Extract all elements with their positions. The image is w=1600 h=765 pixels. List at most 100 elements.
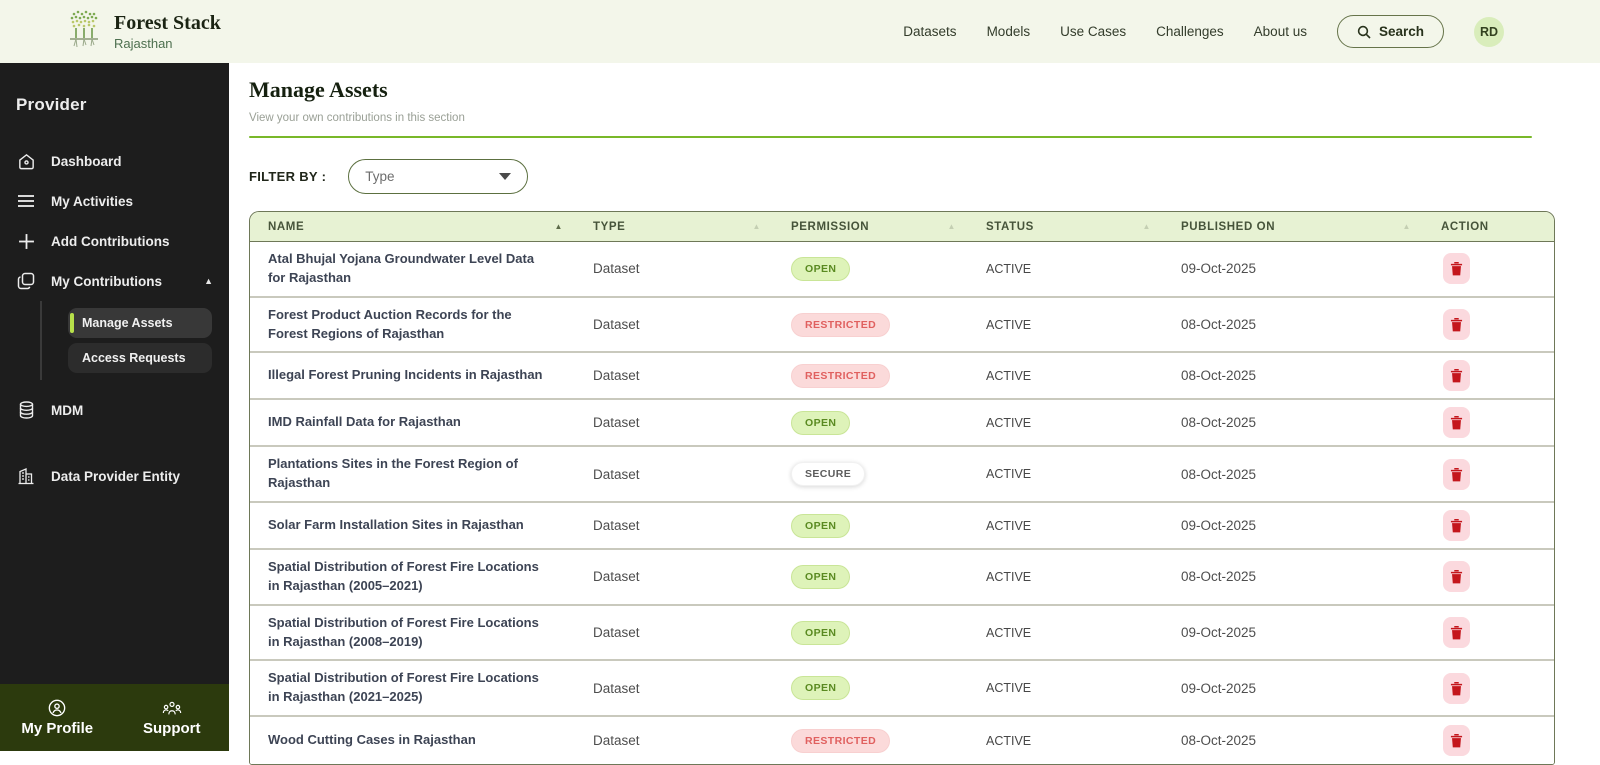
- delete-button[interactable]: [1443, 510, 1470, 542]
- brand-region: Rajasthan: [114, 35, 173, 51]
- sort-caret-icon: ▲: [752, 222, 761, 231]
- permission-cell: SECURE: [791, 462, 986, 487]
- published-date: 08-Oct-2025: [1181, 317, 1257, 333]
- trash-icon: [1450, 467, 1463, 482]
- delete-button[interactable]: [1443, 309, 1470, 341]
- permission-cell: OPEN: [791, 410, 986, 435]
- search-button[interactable]: Search: [1336, 15, 1444, 48]
- permission-badge: OPEN: [791, 256, 851, 281]
- published-date: 09-Oct-2025: [1181, 518, 1257, 534]
- trash-icon: [1450, 518, 1463, 533]
- nav-about-us[interactable]: About us: [1254, 24, 1307, 39]
- table-body: Atal Bhujal Yojana Groundwater Level Dat…: [250, 242, 1554, 765]
- column-header-name[interactable]: NAME ▲: [250, 221, 593, 233]
- top-bar: Forest Stack Rajasthan Datasets Models U…: [0, 0, 1600, 63]
- status-text: ACTIVE: [986, 261, 1032, 276]
- action-cell: [1441, 617, 1554, 649]
- permission-badge: RESTRICTED: [791, 728, 891, 753]
- asset-name-link[interactable]: Solar Farm Installation Sites in Rajasth…: [250, 508, 593, 543]
- delete-button[interactable]: [1443, 360, 1470, 392]
- type-filter-value: Type: [365, 169, 395, 184]
- permission-badge: RESTRICTED: [791, 312, 891, 337]
- type-filter-dropdown[interactable]: Type: [348, 159, 529, 194]
- asset-name-link[interactable]: Spatial Distribution of Forest Fire Loca…: [250, 606, 593, 660]
- column-header-published-on[interactable]: PUBLISHED ON ▲: [1181, 221, 1441, 233]
- column-header-action[interactable]: ACTION: [1441, 221, 1554, 233]
- permission-cell: OPEN: [791, 564, 986, 589]
- nav-models[interactable]: Models: [987, 24, 1031, 39]
- delete-button[interactable]: [1443, 407, 1470, 439]
- column-header-status[interactable]: STATUS ▲: [986, 221, 1181, 233]
- nav-datasets[interactable]: Datasets: [903, 24, 956, 39]
- table-row: Wood Cutting Cases in Rajasthan Dataset …: [250, 717, 1554, 765]
- support-button[interactable]: Support: [115, 684, 230, 751]
- status-text: ACTIVE: [986, 625, 1032, 640]
- sidebar-item-add-contributions[interactable]: Add Contributions: [0, 221, 229, 261]
- asset-name-link[interactable]: Plantations Sites in the Forest Region o…: [250, 447, 593, 501]
- nav-use-cases[interactable]: Use Cases: [1060, 24, 1126, 39]
- user-avatar[interactable]: RD: [1474, 16, 1504, 47]
- permission-badge: SECURE: [791, 462, 866, 487]
- sidebar-item-data-provider-entity[interactable]: Data Provider Entity: [0, 456, 229, 496]
- table-row: Forest Product Auction Records for the F…: [250, 297, 1554, 354]
- asset-name-link[interactable]: Atal Bhujal Yojana Groundwater Level Dat…: [250, 242, 593, 296]
- search-icon: [1357, 25, 1371, 39]
- sidebar-item-label: My Activities: [51, 193, 134, 209]
- column-header-type[interactable]: TYPE ▲: [593, 221, 791, 233]
- filter-row: FILTER BY : Type: [249, 159, 1600, 194]
- brand-name: Forest Stack: [114, 11, 221, 34]
- sidebar-item-my-contributions[interactable]: My Contributions ▲: [0, 261, 229, 301]
- sidebar-item-my-activities[interactable]: My Activities: [0, 181, 229, 221]
- sidebar-item-label: Dashboard: [51, 153, 122, 169]
- asset-type: Dataset: [593, 680, 640, 696]
- status-text: ACTIVE: [986, 681, 1032, 696]
- delete-button[interactable]: [1443, 672, 1470, 704]
- brand[interactable]: Forest Stack Rajasthan: [64, 8, 221, 55]
- delete-button[interactable]: [1443, 253, 1470, 285]
- asset-name-link[interactable]: Spatial Distribution of Forest Fire Loca…: [250, 661, 593, 715]
- asset-type: Dataset: [593, 625, 640, 641]
- table-row: Spatial Distribution of Forest Fire Loca…: [250, 605, 1554, 662]
- home-icon: [16, 151, 36, 171]
- asset-type: Dataset: [593, 415, 640, 431]
- sidebar-navigation: Dashboard My Activities Add Contribution…: [0, 141, 229, 496]
- sidebar-item-label: MDM: [51, 402, 84, 418]
- sort-caret-icon: ▲: [1402, 222, 1411, 231]
- asset-name-link[interactable]: IMD Rainfall Data for Rajasthan: [250, 405, 593, 440]
- delete-button[interactable]: [1443, 458, 1470, 490]
- asset-name-link[interactable]: Wood Cutting Cases in Rajasthan: [250, 723, 593, 758]
- permission-cell: OPEN: [791, 620, 986, 645]
- table-row: Solar Farm Installation Sites in Rajasth…: [250, 503, 1554, 551]
- my-profile-button[interactable]: My Profile: [0, 684, 115, 751]
- asset-name-link[interactable]: Spatial Distribution of Forest Fire Loca…: [250, 550, 593, 604]
- published-date: 08-Oct-2025: [1181, 415, 1257, 431]
- sidebar-item-manage-assets[interactable]: Manage Assets: [68, 308, 212, 338]
- permission-badge: OPEN: [791, 564, 851, 589]
- permission-cell: OPEN: [791, 513, 986, 538]
- status-text: ACTIVE: [986, 733, 1032, 748]
- permission-cell: OPEN: [791, 676, 986, 701]
- sidebar-item-mdm[interactable]: MDM: [0, 390, 229, 430]
- delete-button[interactable]: [1443, 725, 1470, 757]
- delete-button[interactable]: [1443, 617, 1470, 649]
- list-icon: [16, 191, 36, 211]
- permission-badge: OPEN: [791, 513, 851, 538]
- delete-button[interactable]: [1443, 561, 1470, 593]
- trash-icon: [1450, 261, 1463, 276]
- asset-name-link[interactable]: Illegal Forest Pruning Incidents in Raja…: [250, 358, 593, 393]
- sidebar-role-label: Provider: [16, 95, 87, 114]
- permission-badge: OPEN: [791, 676, 851, 701]
- nav-challenges[interactable]: Challenges: [1156, 24, 1224, 39]
- sidebar-item-access-requests[interactable]: Access Requests: [68, 343, 212, 373]
- action-cell: [1441, 253, 1554, 285]
- column-header-permission[interactable]: PERMISSION ▲: [791, 221, 986, 233]
- permission-badge: OPEN: [791, 410, 851, 435]
- asset-name-link[interactable]: Forest Product Auction Records for the F…: [250, 298, 593, 352]
- plus-icon: [16, 231, 36, 251]
- sidebar-item-label: Add Contributions: [51, 233, 170, 249]
- table-row: Spatial Distribution of Forest Fire Loca…: [250, 661, 1554, 718]
- sidebar-item-dashboard[interactable]: Dashboard: [0, 141, 229, 181]
- published-date: 09-Oct-2025: [1181, 680, 1257, 696]
- main-content: Manage Assets View your own contribution…: [229, 63, 1600, 765]
- action-cell: [1441, 309, 1554, 341]
